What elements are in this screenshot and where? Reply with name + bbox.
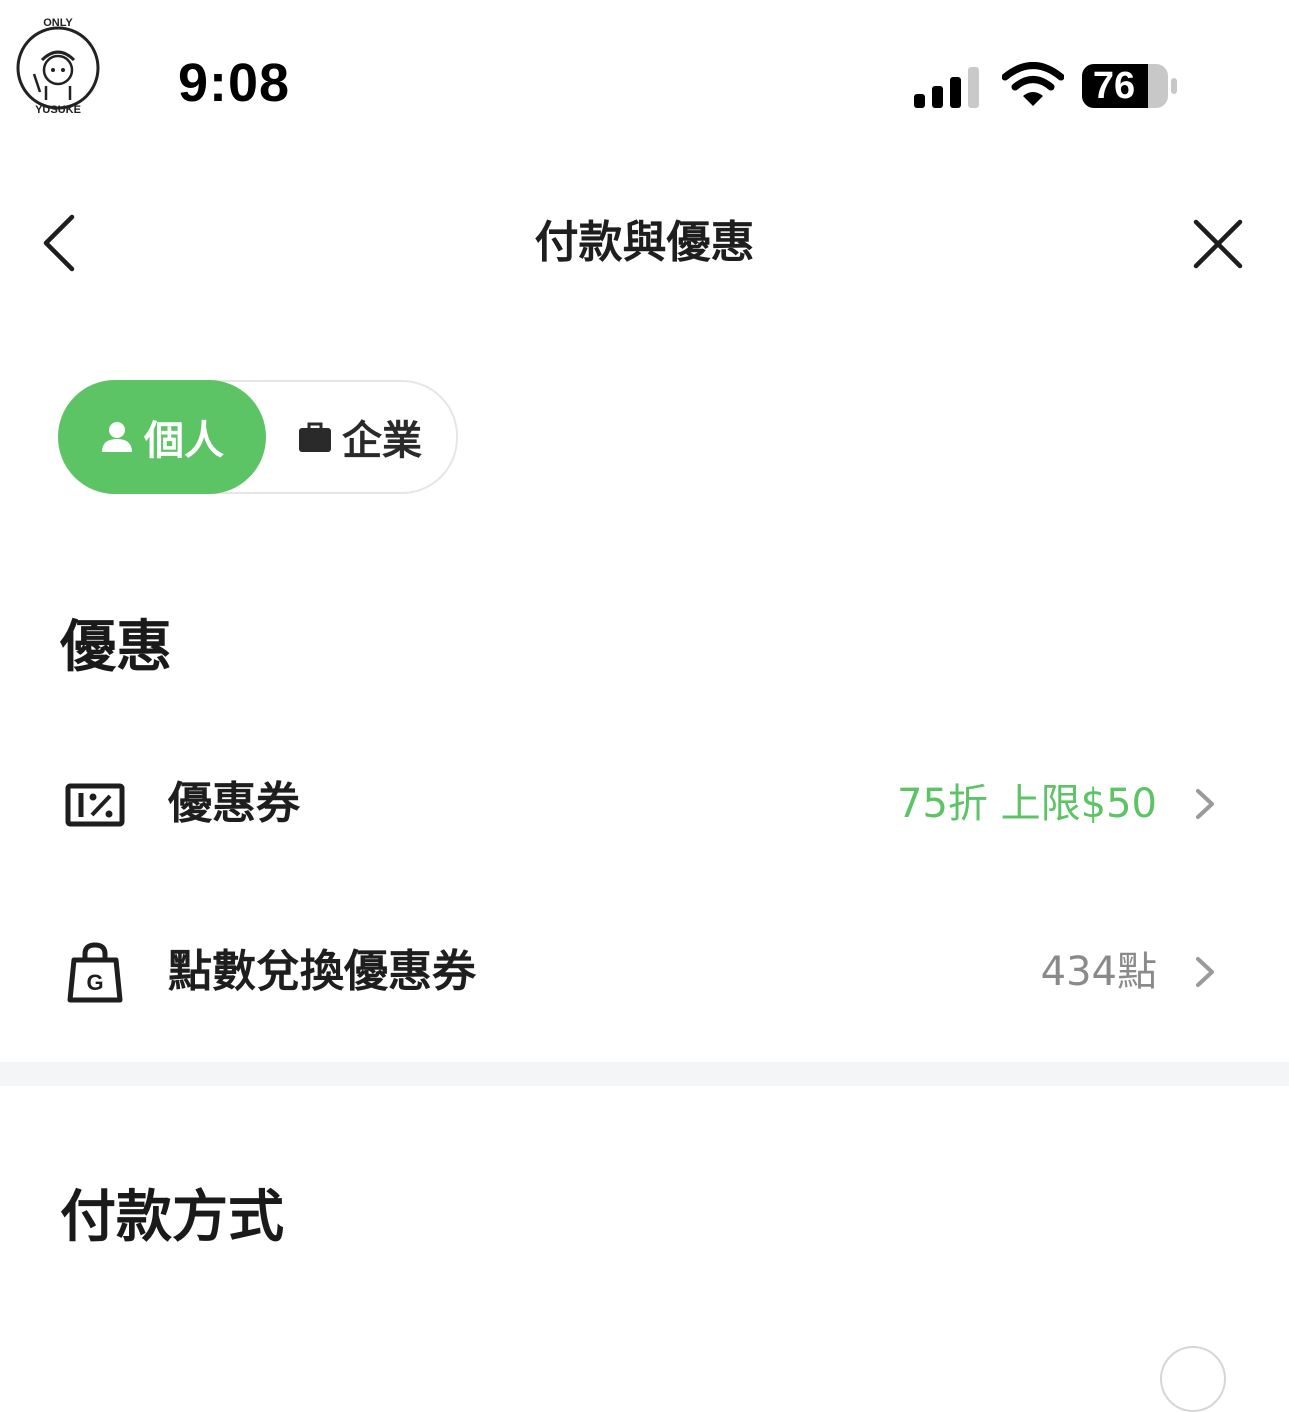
personal-tab-label: 個人: [144, 418, 224, 464]
business-tab-label: 企業: [342, 418, 422, 464]
personal-tab[interactable]: 個人: [58, 380, 266, 494]
page-title: 付款與優惠: [534, 217, 755, 268]
offers-section-title: 優惠: [60, 615, 172, 680]
battery-icon: 76: [1082, 62, 1178, 110]
points-balance: 434點: [1040, 949, 1157, 995]
payment-section-title: 付款方式: [60, 1185, 284, 1250]
radio-button[interactable]: [1160, 1346, 1226, 1412]
section-divider: [0, 1062, 1289, 1086]
battery-level: 76: [1092, 65, 1136, 107]
coupon-row[interactable]: 優惠券 75折 上限$50: [0, 744, 1289, 864]
app-logo-badge: ONLY YUSUKE: [12, 14, 104, 116]
business-tab[interactable]: 企業: [266, 382, 454, 492]
status-time: 9:08: [178, 53, 291, 113]
coupon-label: 優惠券: [168, 778, 300, 829]
shopping-bag-icon: G: [67, 942, 123, 1003]
wifi-icon: [1001, 62, 1065, 108]
chevron-right-icon: [1196, 789, 1214, 819]
person-icon: [102, 422, 132, 452]
close-icon: [1193, 219, 1243, 269]
points-exchange-row[interactable]: G 點數兌換優惠券 434點: [0, 912, 1289, 1032]
svg-text:G: G: [86, 970, 103, 995]
close-button[interactable]: [1192, 218, 1244, 270]
coupon-icon: [65, 783, 125, 827]
coupon-value: 75折 上限$50: [897, 781, 1157, 827]
cellular-signal-icon: [914, 66, 982, 108]
points-exchange-label: 點數兌換優惠券: [168, 946, 476, 997]
profile-toggle: 個人 企業: [58, 380, 458, 494]
logo-top-text: ONLY: [43, 17, 73, 29]
chevron-right-icon: [1196, 957, 1214, 987]
briefcase-icon: [299, 422, 331, 452]
logo-bottom-text: YUSUKE: [35, 104, 81, 114]
